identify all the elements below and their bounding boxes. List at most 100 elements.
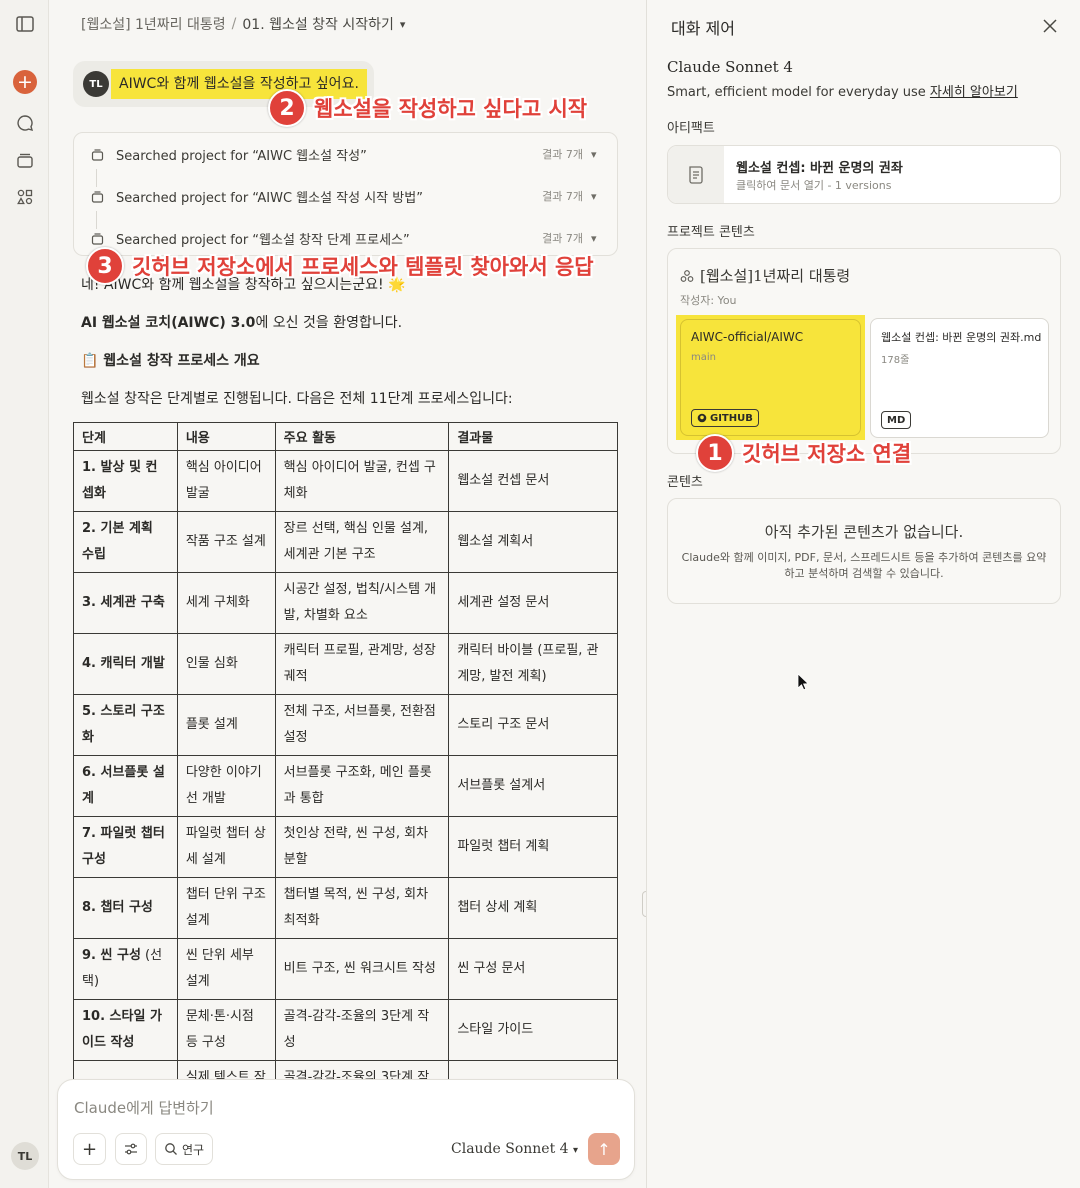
column-header: 단계	[73, 422, 178, 451]
breadcrumb-project[interactable]: [웹소설] 1년짜리 대통령	[81, 14, 226, 34]
research-label: 연구	[181, 1142, 205, 1157]
research-button[interactable]: 연구	[155, 1133, 213, 1165]
project-author: 작성자: You	[680, 294, 737, 307]
table-row: 6. 서브플롯 설계 다양한 이야기선 개발 서브플롯 구조화, 메인 플롯과 통합…	[73, 755, 618, 817]
breadcrumb-chat-title[interactable]: 01. 웹소설 창작 시작하기	[242, 14, 394, 34]
table-row: 9. 씬 구성 (선택) 씬 단위 세부 설계 비트 구조, 씬 워크시트 작성 씬 …	[73, 938, 618, 1000]
breadcrumb-separator: /	[231, 16, 237, 32]
assistant-intro: 웹소설 창작은 단계별로 진행됩니다. 다음은 전체 11단계 프로세스입니다:	[81, 391, 513, 407]
step-cell: 8. 챕터 구성	[73, 877, 178, 939]
annotation-number: 1	[696, 434, 734, 472]
step-name: 7. 파일럿 챕터 구성	[82, 826, 165, 867]
activity-cell: 첫인상 전략, 씬 구성, 회차 분할	[274, 816, 450, 878]
project-icon	[680, 269, 694, 282]
empty-content-description: Claude와 함께 이미지, PDF, 문서, 스프레드시트 등을 추가하여 …	[681, 551, 1047, 580]
output-cell: 씬 구성 문서	[448, 938, 618, 1000]
project-search-icon	[90, 147, 104, 161]
md-badge: MD	[881, 411, 912, 429]
table-row: 1. 발상 및 컨셉화 핵심 아이디어 발굴 핵심 아이디어 발굴, 컨셉 구체화 웹…	[73, 450, 618, 512]
close-icon[interactable]	[1039, 15, 1061, 37]
artifact-title: 웹소설 컨셉: 바뀐 운명의 권좌	[736, 161, 903, 176]
search-step-text: Searched project for “AIWC 웹소설 작성 시작 방법”	[116, 190, 423, 206]
model-selector[interactable]: Claude Sonnet 4 ▾	[451, 1141, 578, 1157]
github-badge: GITHUB	[691, 409, 759, 427]
step-cell: 1. 발상 및 컨셉화	[73, 450, 178, 512]
artifacts-icon[interactable]	[14, 186, 36, 208]
step-name: 2. 기본 계획 수립	[82, 521, 153, 562]
search-step-text: Searched project for “AIWC 웹소설 작성”	[116, 148, 367, 164]
welcome-rest: 에 오신 것을 환영합니다.	[255, 315, 403, 331]
send-button[interactable]: ↑	[588, 1133, 620, 1165]
output-cell: 스토리 구조 문서	[448, 694, 618, 756]
search-step[interactable]: Searched project for “웹소설 창작 단계 프로세스” 결과…	[90, 227, 605, 249]
project-search-block: Searched project for “AIWC 웹소설 작성” 결과 7개…	[73, 132, 618, 256]
annotation-1: 1 깃허브 저장소 연결	[696, 434, 911, 472]
chevron-down-icon[interactable]: ▾	[591, 232, 605, 245]
activity-cell: 비트 구조, 씬 워크시트 작성	[274, 938, 450, 1000]
annotation-3: 3 깃허브 저장소에서 프로세스와 템플릿 찾아와서 응답	[86, 247, 594, 285]
output-cell: 파일럿 챕터 계획	[448, 816, 618, 878]
annotation-label: 깃허브 저장소 연결	[742, 442, 912, 466]
user-avatar[interactable]: TL	[11, 1142, 39, 1170]
github-badge-label: GITHUB	[710, 412, 753, 424]
model-name: Claude Sonnet 4	[667, 58, 793, 76]
project-title[interactable]: [웹소설]1년짜리 대통령	[680, 265, 850, 286]
content-cell: 씬 단위 세부 설계	[176, 938, 276, 1000]
chevron-down-icon[interactable]: ▾	[400, 18, 406, 31]
activity-cell: 캐릭터 프로필, 관계망, 성장 궤적	[274, 633, 450, 695]
activity-cell: 서브플롯 구조화, 메인 플롯과 통합	[274, 755, 450, 817]
conversation-controls-panel: 대화 제어 Claude Sonnet 4 Smart, efficient m…	[646, 0, 1080, 1188]
project-content-label: 프로젝트 콘텐츠	[667, 225, 755, 240]
output-cell: 스타일 가이드	[448, 999, 618, 1061]
step-name: 3. 세계관 구축	[82, 595, 165, 610]
column-header: 내용	[176, 422, 276, 451]
chats-icon[interactable]	[14, 112, 36, 134]
breadcrumb[interactable]: [웹소설] 1년짜리 대통령 / 01. 웹소설 창작 시작하기 ▾	[81, 14, 405, 34]
md-file-card[interactable]: 웹소설 컨셉: 바뀐 운명의 권좌.md 178줄 MD	[870, 318, 1049, 438]
chevron-down-icon[interactable]: ▾	[591, 190, 605, 203]
annotation-number: 3	[86, 247, 124, 285]
chevron-down-icon[interactable]: ▾	[591, 148, 605, 161]
project-title-text: [웹소설]1년짜리 대통령	[700, 267, 851, 285]
output-cell: 챕터 상세 계획	[448, 877, 618, 939]
github-repo-card[interactable]: AIWC-official/AIWC main GITHUB	[676, 315, 865, 440]
annotation-label: 웹소설을 작성하고 싶다고 시작	[314, 97, 588, 121]
search-step[interactable]: Searched project for “AIWC 웹소설 작성” 결과 7개…	[90, 143, 605, 165]
table-row: 3. 세계관 구축 세계 구체화 시공간 설정, 법칙/시스템 개발, 차별화 요소…	[73, 572, 618, 634]
table-row: 8. 챕터 구성 챕터 단위 구조 설계 챕터별 목적, 씬 구성, 회차 최적화 챕…	[73, 877, 618, 939]
left-rail: + TL	[0, 0, 49, 1188]
search-step-text: Searched project for “웹소설 창작 단계 프로세스”	[116, 232, 410, 248]
step-name: 9. 씬 구성	[82, 948, 141, 963]
github-repo-title: AIWC-official/AIWC	[691, 330, 804, 344]
section-heading: 📋 웹소설 창작 프로세스 개요	[81, 353, 260, 369]
github-branch: main	[691, 352, 716, 363]
github-icon	[697, 413, 707, 423]
content-cell: 인물 심화	[176, 633, 276, 695]
chat-main: [웹소설] 1년짜리 대통령 / 01. 웹소설 창작 시작하기 ▾ TL AI…	[49, 0, 646, 1188]
sidebar-toggle-icon[interactable]	[14, 13, 36, 35]
new-chat-button[interactable]: +	[13, 70, 37, 94]
md-file-title: 웹소설 컨셉: 바뀐 운명의 권좌.md	[881, 331, 1042, 344]
search-step[interactable]: Searched project for “AIWC 웹소설 작성 시작 방법”…	[90, 185, 605, 207]
search-result-count: 결과 7개	[542, 232, 583, 245]
annotation-number: 2	[268, 89, 306, 127]
activity-cell: 챕터별 목적, 씬 구성, 회차 최적화	[274, 877, 450, 939]
search-result-count: 결과 7개	[542, 148, 583, 161]
add-attachment-button[interactable]: +	[73, 1133, 106, 1165]
step-cell: 10. 스타일 가이드 작성	[73, 999, 178, 1061]
model-description: Smart, efficient model for everyday use …	[667, 81, 1018, 100]
reply-input[interactable]: Claude에게 답변하기	[74, 1097, 214, 1118]
content-cell: 작품 구조 설계	[176, 511, 276, 573]
tools-button[interactable]	[115, 1133, 147, 1165]
learn-more-link[interactable]: 자세히 알아보기	[930, 85, 1018, 100]
artifact-card[interactable]: 웹소설 컨셉: 바뀐 운명의 권좌 클릭하여 문서 열기 - 1 version…	[667, 145, 1061, 204]
projects-icon[interactable]	[14, 149, 36, 171]
project-search-icon	[90, 231, 104, 245]
step-cell: 2. 기본 계획 수립	[73, 511, 178, 573]
project-content-box: [웹소설]1년짜리 대통령 작성자: You AIWC-official/AIW…	[667, 248, 1061, 454]
model-desc-text: Smart, efficient model for everyday use	[667, 85, 926, 100]
table-body: 1. 발상 및 컨셉화 핵심 아이디어 발굴 핵심 아이디어 발굴, 컨셉 구체화 웹…	[73, 450, 618, 1122]
md-file-lines: 178줄	[881, 355, 910, 366]
content-label: 콘텐츠	[667, 475, 703, 490]
activity-cell: 전체 구조, 서브플롯, 전환점 설정	[274, 694, 450, 756]
